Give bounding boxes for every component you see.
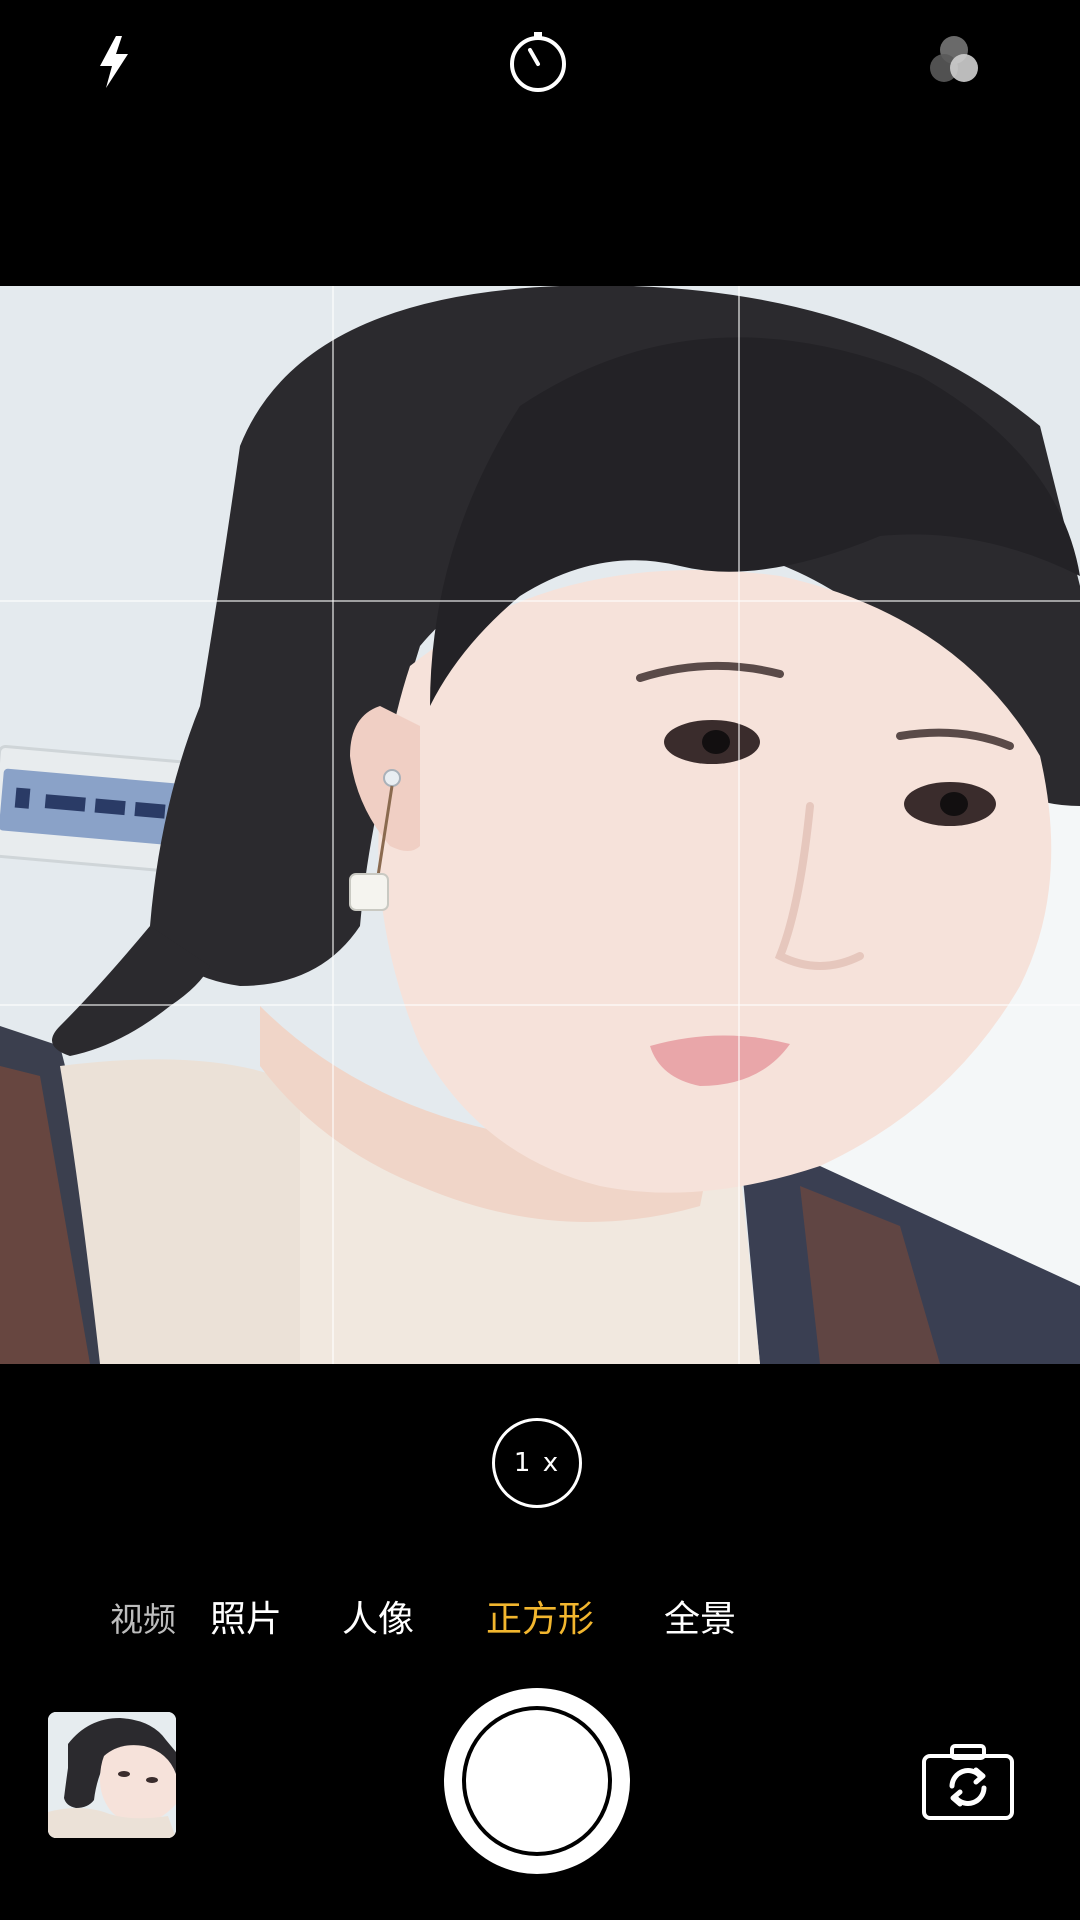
mode-portrait[interactable]: 人像: [342, 1592, 414, 1648]
zoom-label: 1 x: [513, 1448, 561, 1478]
camera-rotate-icon: [922, 1744, 1014, 1820]
mode-square[interactable]: 正方形: [486, 1592, 594, 1648]
preview-image: [0, 286, 1080, 1364]
mode-video[interactable]: 视频: [110, 1592, 176, 1648]
top-bar: [0, 0, 1080, 286]
shutter-inner-circle: [462, 1706, 612, 1856]
camera-mode-selector: 视频 照片 人像 正方形 全景: [0, 1592, 1080, 1648]
thumbnail-image: [48, 1712, 176, 1838]
switch-camera-button[interactable]: [918, 1738, 1018, 1826]
flash-icon[interactable]: [78, 26, 150, 98]
timer-icon[interactable]: [502, 26, 574, 98]
filters-icon[interactable]: [918, 26, 990, 98]
mode-photo[interactable]: 照片: [210, 1592, 282, 1648]
mode-panorama[interactable]: 全景: [664, 1592, 736, 1648]
camera-viewfinder[interactable]: [0, 286, 1080, 1364]
grid-line-horizontal-2: [0, 1004, 1080, 1006]
zoom-button[interactable]: 1 x: [492, 1418, 582, 1508]
gallery-thumbnail[interactable]: [48, 1712, 176, 1838]
grid-line-horizontal-1: [0, 600, 1080, 602]
grid-line-vertical-2: [738, 286, 740, 1364]
shutter-button[interactable]: [444, 1688, 630, 1874]
grid-line-vertical-1: [332, 286, 334, 1364]
